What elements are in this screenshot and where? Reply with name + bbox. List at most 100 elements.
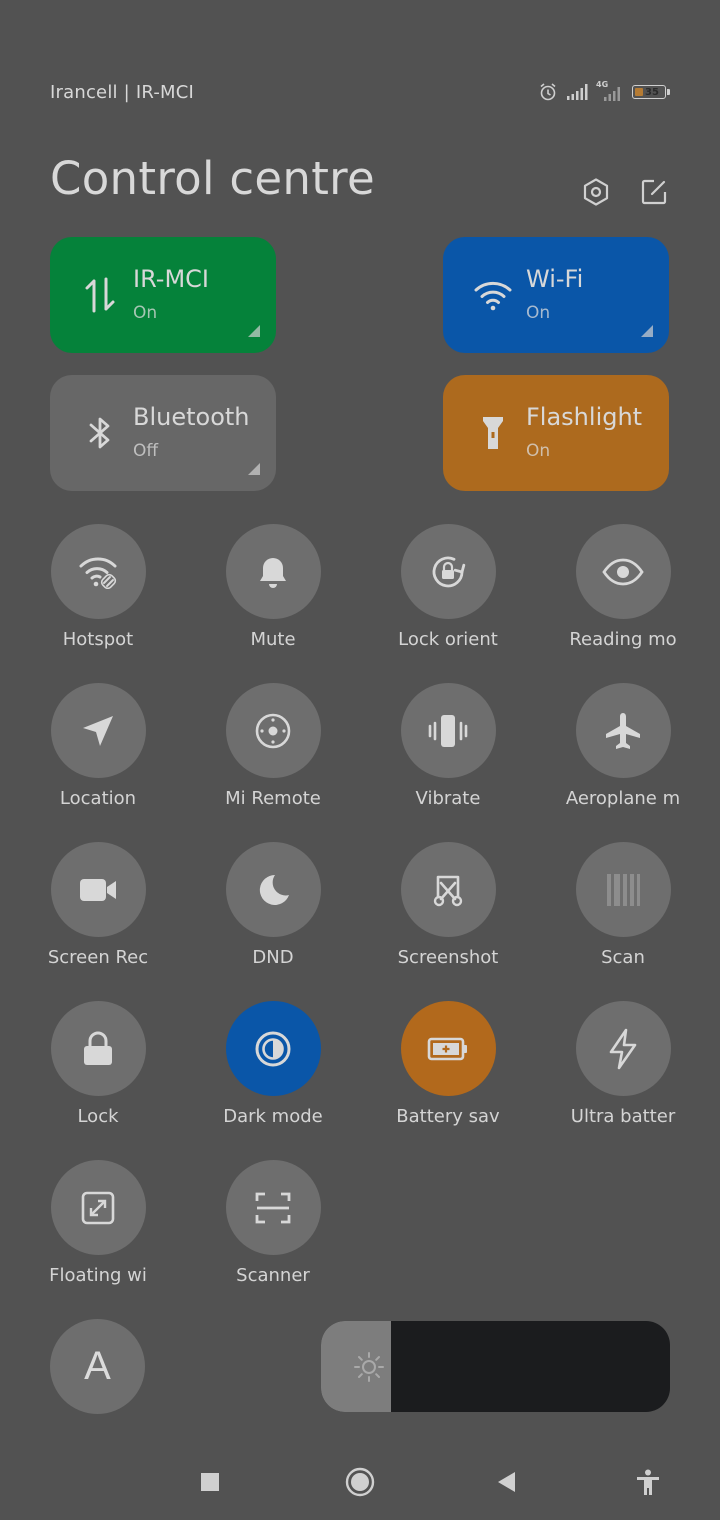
contrast-icon <box>255 1031 291 1066</box>
bluetooth-tile[interactable]: Bluetooth Off <box>50 375 276 491</box>
toggle-label: Hotspot <box>62 629 134 650</box>
tile-name: Wi-Fi <box>526 265 584 293</box>
airplane-icon <box>606 712 640 749</box>
toggle-label: Screen Rec <box>47 947 149 968</box>
back-triangle-icon <box>498 1472 515 1492</box>
status-bar: Irancell | IR-MCI 4G 35 <box>50 78 670 106</box>
vibrate-icon <box>428 714 468 747</box>
toggle-label: Reading mo <box>569 629 677 650</box>
settings-button[interactable] <box>580 176 612 208</box>
floating-window-icon <box>81 1191 115 1224</box>
screenshot-button[interactable] <box>400 842 496 937</box>
scanner-button[interactable] <box>225 1160 321 1255</box>
bell-icon <box>260 557 286 588</box>
sun-icon <box>354 1352 384 1382</box>
mute-toggle[interactable]: Mute <box>225 524 321 650</box>
scanner-toggle[interactable]: Scanner <box>225 1160 321 1286</box>
location-arrow-icon <box>83 715 113 746</box>
flashlight-tile[interactable]: Flashlight On <box>443 375 669 491</box>
hotspot-icon <box>79 556 117 589</box>
status-icons: 4G 35 <box>538 80 670 102</box>
aeroplane-mode-button[interactable] <box>575 683 671 778</box>
toggle-label: Floating wi <box>49 1265 147 1286</box>
vibrate-button[interactable] <box>400 683 496 778</box>
toggle-label: Battery sav <box>396 1106 500 1127</box>
barcode-icon <box>607 873 640 906</box>
mobile-data-tile[interactable]: IR-MCI On <box>50 237 276 353</box>
dnd-toggle[interactable]: DND <box>225 842 321 968</box>
reading-mode-toggle[interactable]: Reading mo <box>569 524 677 650</box>
reading-mode-button[interactable] <box>575 524 671 619</box>
tile-name: Bluetooth <box>133 403 250 431</box>
toggle-label: Lock orient <box>398 629 498 650</box>
accessibility-icon <box>637 1469 659 1495</box>
mi-remote-toggle[interactable]: Mi Remote <box>225 683 321 809</box>
hotspot-button[interactable] <box>50 524 146 619</box>
toggle-label: Scan <box>601 947 645 968</box>
video-camera-icon <box>80 878 116 901</box>
aeroplane-mode-toggle[interactable]: Aeroplane m <box>566 683 680 809</box>
battery-saver-toggle[interactable]: Battery sav <box>396 1001 500 1127</box>
mute-button[interactable] <box>225 524 321 619</box>
dark-mode-button[interactable] <box>225 1001 321 1096</box>
screenshot-toggle[interactable]: Screenshot <box>398 842 498 968</box>
alarm-icon <box>540 83 556 101</box>
expand-corner-icon <box>248 463 260 475</box>
ultra-battery-saver-button[interactable] <box>575 1001 671 1096</box>
toggle-label: DND <box>252 947 294 968</box>
dark-mode-toggle[interactable]: Dark mode <box>223 1001 323 1127</box>
tile-state: On <box>133 303 158 323</box>
scan-button[interactable] <box>575 842 671 937</box>
vibrate-toggle[interactable]: Vibrate <box>400 683 496 809</box>
scan-toggle[interactable]: Scan <box>575 842 671 968</box>
moon-icon <box>259 874 289 905</box>
toggle-label: Scanner <box>236 1265 310 1286</box>
tile-state: On <box>526 441 551 461</box>
rotation-lock-icon <box>432 556 466 587</box>
lock-toggle[interactable]: Lock <box>50 1001 146 1127</box>
page-title: Control centre <box>50 152 375 205</box>
toggle-label: Mi Remote <box>225 788 321 809</box>
battery-plus-icon <box>427 1037 467 1060</box>
lock-orientation-button[interactable] <box>400 524 496 619</box>
lock-button[interactable] <box>50 1001 146 1096</box>
flashlight-icon <box>473 413 513 453</box>
battery-saver-button[interactable] <box>400 1001 496 1096</box>
hexagon-settings-icon <box>583 178 609 206</box>
toggle-label: Ultra batter <box>570 1106 676 1127</box>
signal-icon-secondary <box>604 87 620 101</box>
toggle-label: Vibrate <box>415 788 481 809</box>
recents-button[interactable] <box>194 1466 226 1498</box>
eye-icon <box>602 558 644 585</box>
expand-corner-icon <box>641 325 653 337</box>
back-button[interactable] <box>490 1466 522 1498</box>
carrier-name: Irancell | IR-MCI <box>50 81 195 103</box>
bluetooth-icon <box>80 413 120 453</box>
mi-remote-button[interactable] <box>225 683 321 778</box>
toggle-label: Mute <box>250 629 296 650</box>
scan-frame-icon <box>255 1192 291 1223</box>
floating-window-button[interactable] <box>50 1160 146 1255</box>
tile-state: Off <box>133 441 159 461</box>
location-toggle[interactable]: Location <box>50 683 146 809</box>
hotspot-toggle[interactable]: Hotspot <box>50 524 146 650</box>
accessibility-button[interactable] <box>632 1466 664 1498</box>
ultra-battery-saver-toggle[interactable]: Ultra batter <box>571 1001 675 1127</box>
floating-window-toggle[interactable]: Floating wi <box>49 1160 147 1286</box>
edit-button[interactable] <box>638 176 670 208</box>
tile-name: IR-MCI <box>133 265 209 293</box>
home-button[interactable] <box>344 1466 376 1498</box>
padlock-icon <box>84 1031 112 1065</box>
lock-orientation-toggle[interactable]: Lock orient <box>398 524 498 650</box>
brightness-slider[interactable] <box>321 1321 670 1412</box>
recents-square-icon <box>201 1473 219 1491</box>
navigation-bar <box>0 1458 720 1504</box>
screen-recorder-toggle[interactable]: Screen Rec <box>48 842 148 968</box>
location-button[interactable] <box>50 683 146 778</box>
screen-recorder-button[interactable] <box>50 842 146 937</box>
font-size-button[interactable]: A <box>50 1319 145 1414</box>
wifi-tile[interactable]: Wi-Fi On <box>443 237 669 353</box>
dnd-button[interactable] <box>225 842 321 937</box>
data-arrows-icon <box>80 275 120 315</box>
signal-icon <box>567 84 588 100</box>
